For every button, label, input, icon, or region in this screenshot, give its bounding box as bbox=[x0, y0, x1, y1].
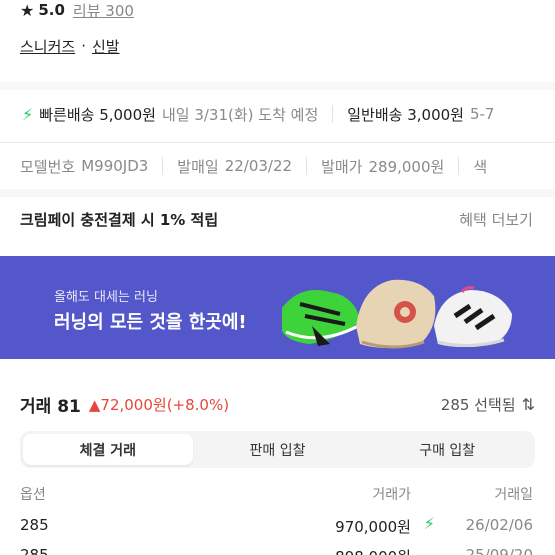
star-icon: ★ bbox=[20, 0, 35, 20]
release-date-value: 22/03/22 bbox=[224, 157, 293, 175]
column-header-option: 옵션 bbox=[20, 487, 46, 503]
release-price-label: 발매가 bbox=[321, 157, 363, 176]
category-breadcrumb: 스니커즈 · 신발 bbox=[0, 36, 555, 56]
vertical-divider bbox=[306, 157, 308, 175]
green-sneaker-icon bbox=[282, 290, 360, 346]
category-link-sneakers[interactable]: 스니커즈 bbox=[20, 36, 75, 57]
trade-count-title: 거래 81 bbox=[20, 396, 81, 417]
beige-sneaker-icon bbox=[356, 279, 436, 349]
fast-delivery-icon: ⚡ bbox=[423, 514, 435, 533]
row-date: 25/09/20 bbox=[465, 546, 533, 555]
normal-shipping-label: 일반배송 3,000원 bbox=[347, 105, 464, 124]
selected-size-label: 285 선택됨 bbox=[440, 395, 516, 414]
promo-label: 크림페이 충전결제 시 1% 적립 bbox=[20, 210, 219, 229]
release-date-label: 발매일 bbox=[177, 157, 219, 176]
breadcrumb-separator: · bbox=[81, 37, 86, 55]
vertical-divider bbox=[162, 157, 164, 175]
tab-sell-bids[interactable]: 판매 입찰 bbox=[193, 434, 363, 465]
promo-banner[interactable]: 올해도 대세는 러닝 러닝의 모든 것을 한곳에! bbox=[0, 256, 555, 359]
price-change-value: 72,000원(+8.0%) bbox=[100, 395, 230, 414]
rating-row: ★ 5.0 리뷰 300 bbox=[0, 0, 555, 20]
sort-arrows-icon: ⇅ bbox=[521, 394, 535, 414]
rating-value: 5.0 bbox=[38, 1, 65, 19]
normal-shipping-option[interactable]: 일반배송 3,000원 5-7 bbox=[347, 104, 494, 125]
price-change: ▲72,000원(+8.0%) bbox=[89, 394, 229, 415]
fast-shipping-label: 빠른배송 5,000원 bbox=[39, 105, 156, 124]
category-link-shoes[interactable]: 신발 bbox=[92, 36, 120, 57]
release-price-value: 289,000원 bbox=[368, 157, 445, 176]
review-count-link[interactable]: 리뷰 300 bbox=[73, 0, 134, 21]
row-price: 970,000원 bbox=[335, 518, 411, 536]
section-divider bbox=[0, 189, 555, 197]
section-divider bbox=[0, 82, 555, 90]
banner-shoes-image bbox=[282, 279, 512, 349]
normal-shipping-eta: 5-7 bbox=[469, 105, 495, 123]
size-selector[interactable]: 285 선택됨 ⇅ bbox=[441, 394, 535, 415]
trades-header: 거래 81 ▲72,000원(+8.0%) 285 선택됨 ⇅ bbox=[0, 392, 555, 417]
trade-tabs: 체결 거래 판매 입찰 구매 입찰 bbox=[20, 431, 535, 468]
tab-concluded-trades[interactable]: 체결 거래 bbox=[23, 434, 193, 465]
fast-shipping-option[interactable]: ⚡ 빠른배송 5,000원 내일 3/31(화) 도착 예정 bbox=[22, 104, 318, 125]
row-price: 898,000원 bbox=[335, 546, 411, 555]
lightning-icon: ⚡ bbox=[22, 104, 34, 124]
color-label: 색 bbox=[473, 157, 488, 176]
model-number-label: 모델번호 bbox=[20, 157, 76, 176]
column-header-date: 거래일 bbox=[494, 487, 533, 503]
model-number-value: M990JD3 bbox=[81, 157, 149, 175]
row-date: 26/02/06 bbox=[465, 516, 533, 534]
row-option: 285 bbox=[20, 546, 49, 555]
section-divider bbox=[0, 142, 555, 143]
column-header-price: 거래가 bbox=[372, 487, 411, 503]
product-meta-row: 모델번호 M990JD3 발매일 22/03/22 발매가 289,000원 색 bbox=[0, 154, 555, 178]
benefit-more-link[interactable]: 혜택 더보기 bbox=[459, 209, 533, 230]
white-sneaker-icon bbox=[434, 286, 512, 348]
fast-shipping-eta: 내일 3/31(화) 도착 예정 bbox=[161, 105, 319, 124]
vertical-divider bbox=[458, 157, 460, 175]
shipping-options[interactable]: ⚡ 빠른배송 5,000원 내일 3/31(화) 도착 예정 일반배송 3,00… bbox=[0, 102, 555, 126]
triangle-up-icon: ▲ bbox=[88, 395, 101, 414]
promo-row[interactable]: 크림페이 충전결제 시 1% 적립 혜택 더보기 bbox=[0, 207, 555, 231]
vertical-divider bbox=[332, 105, 334, 123]
row-option: 285 bbox=[20, 516, 49, 534]
tab-buy-bids[interactable]: 구매 입찰 bbox=[362, 434, 532, 465]
